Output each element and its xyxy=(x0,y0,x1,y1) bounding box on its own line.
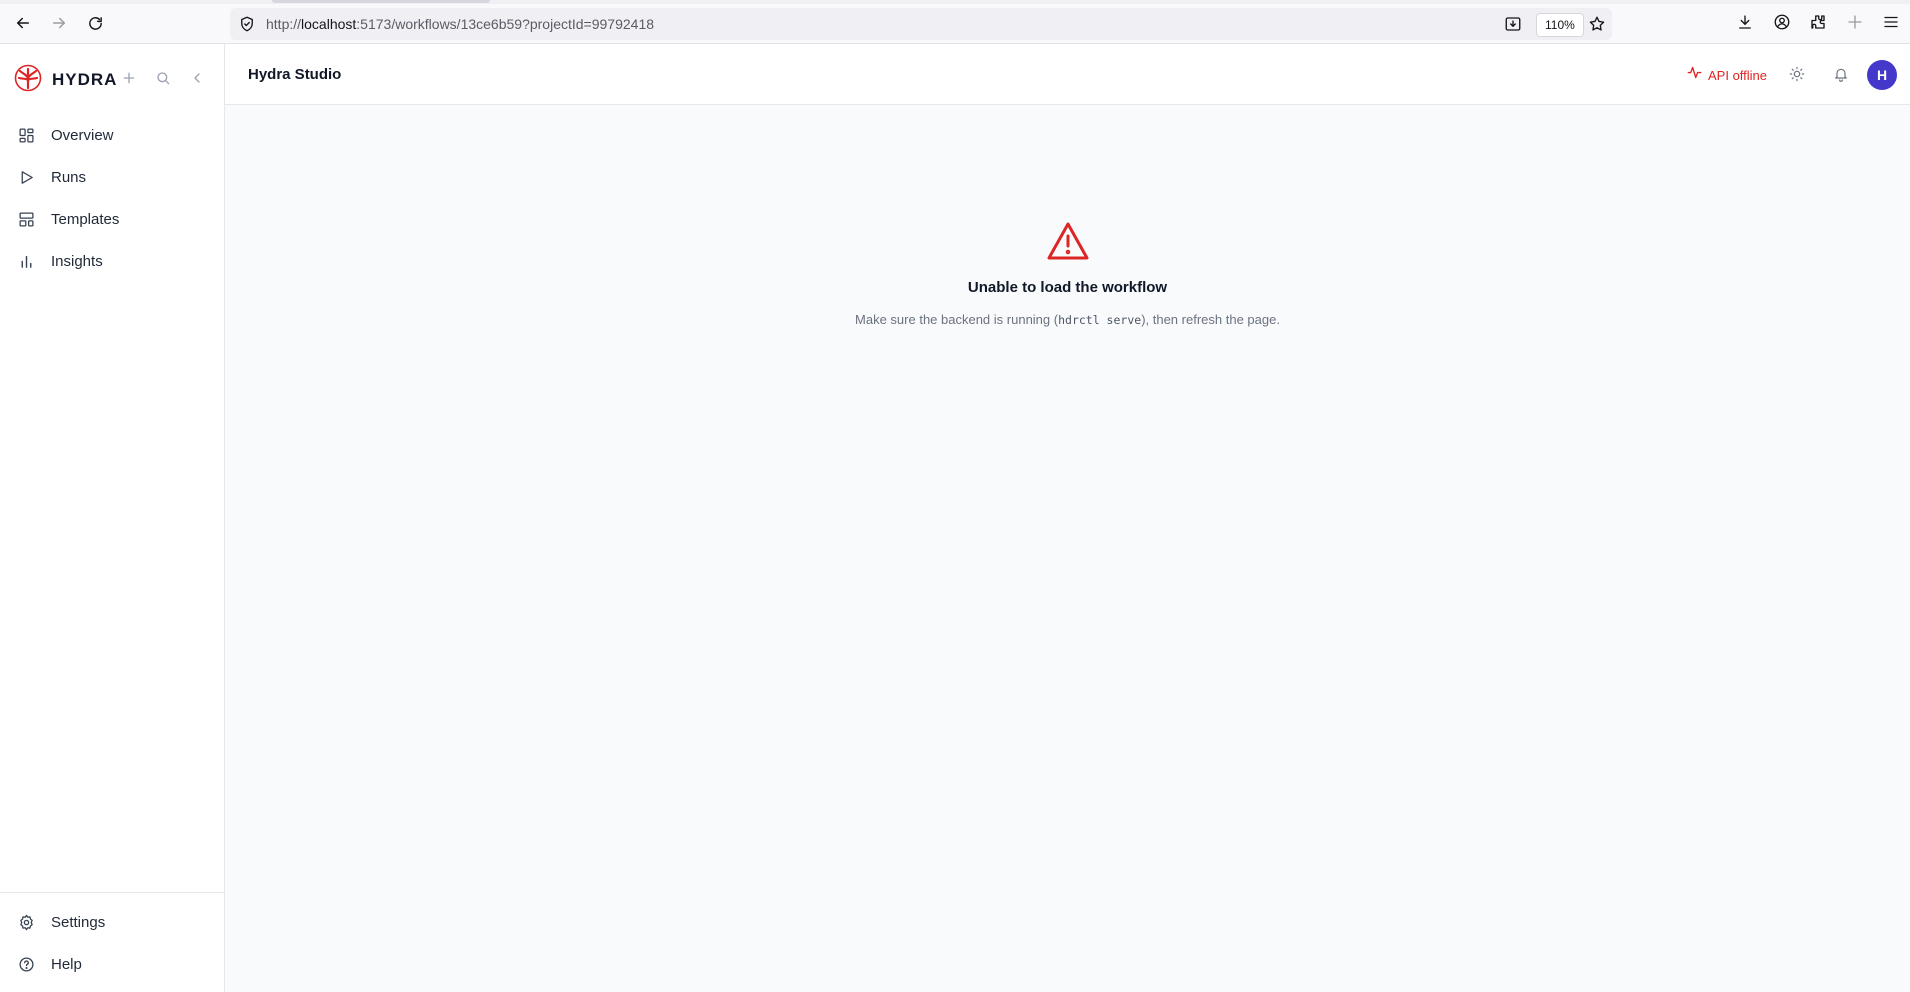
sidebar-item-label: Templates xyxy=(51,210,120,228)
error-message: Make sure the backend is running (hdrctl… xyxy=(225,312,1910,327)
sidebar-item-settings[interactable]: Settings xyxy=(0,901,224,943)
sidebar-item-runs[interactable]: Runs xyxy=(0,156,224,198)
bookmark-star-icon[interactable] xyxy=(1588,15,1606,38)
gear-icon xyxy=(16,912,36,932)
page-title: Hydra Studio xyxy=(248,66,342,83)
back-icon[interactable] xyxy=(12,12,34,34)
sidebar-item-label: Overview xyxy=(51,126,114,144)
sidebar-footer: Settings Help xyxy=(0,892,224,985)
sidebar-item-overview[interactable]: Overview xyxy=(0,114,224,156)
help-circle-icon xyxy=(16,954,36,974)
sun-icon[interactable] xyxy=(1787,64,1807,84)
warning-triangle-icon xyxy=(1046,220,1090,267)
sidebar-item-insights[interactable]: Insights xyxy=(0,240,224,282)
reload-icon[interactable] xyxy=(84,12,106,34)
zoom-level-badge[interactable]: 110% xyxy=(1536,13,1584,37)
search-icon[interactable] xyxy=(153,68,173,88)
brand[interactable]: HYDRA xyxy=(14,64,117,96)
url-host: localhost xyxy=(301,16,357,32)
play-icon xyxy=(16,167,36,187)
api-status-text: API offline xyxy=(1708,67,1768,83)
account-icon[interactable] xyxy=(1773,13,1791,36)
api-status-indicator[interactable]: API offline xyxy=(1687,65,1767,85)
sidebar-item-label: Runs xyxy=(51,168,87,186)
collapse-sidebar-icon[interactable] xyxy=(187,68,207,88)
sidebar-item-templates[interactable]: Templates xyxy=(0,198,224,240)
layout-icon xyxy=(16,209,36,229)
sidebar-item-label: Help xyxy=(51,955,82,973)
avatar[interactable]: H xyxy=(1867,60,1897,90)
brand-name: HYDRA xyxy=(52,70,118,89)
sidebar-toggle-icon[interactable] xyxy=(1846,13,1864,36)
sidebar-item-help[interactable]: Help xyxy=(0,943,224,985)
sidebar-nav: Overview Runs Templates Insights xyxy=(0,114,224,282)
main-content: Unable to load the workflow Make sure th… xyxy=(225,105,1910,992)
url-bar[interactable]: http://localhost:5173/workflows/13ce6b59… xyxy=(230,8,1612,40)
active-tab-indicator[interactable] xyxy=(272,0,490,3)
main-header: Hydra Studio API offline H xyxy=(225,44,1910,105)
tab-strip xyxy=(0,0,1910,4)
error-message-command: hdrctl serve xyxy=(1058,313,1142,327)
url-rest: :5173/workflows/13ce6b59?projectId=99792… xyxy=(356,16,655,32)
url-prefix: http:// xyxy=(266,16,302,32)
bell-icon[interactable] xyxy=(1831,64,1851,84)
downloads-icon[interactable] xyxy=(1736,13,1754,36)
page-action-icon[interactable] xyxy=(1504,15,1522,38)
forward-icon[interactable] xyxy=(48,12,70,34)
error-message-suffix: ), then refresh the page. xyxy=(1141,312,1280,327)
sidebar-item-label: Insights xyxy=(51,252,103,270)
bar-chart-icon xyxy=(16,251,36,271)
error-state: Unable to load the workflow Make sure th… xyxy=(225,220,1910,327)
menu-icon[interactable] xyxy=(1882,13,1900,36)
extensions-icon[interactable] xyxy=(1809,13,1827,36)
shield-icon[interactable] xyxy=(238,15,256,38)
hydra-logo-icon xyxy=(14,64,42,97)
error-message-prefix: Make sure the backend is running ( xyxy=(855,312,1059,327)
browser-toolbar: http://localhost:5173/workflows/13ce6b59… xyxy=(0,0,1910,44)
sidebar-item-label: Settings xyxy=(51,913,106,931)
error-title: Unable to load the workflow xyxy=(967,279,1168,296)
url-text[interactable]: http://localhost:5173/workflows/13ce6b59… xyxy=(266,16,654,32)
add-icon[interactable] xyxy=(119,68,139,88)
activity-icon xyxy=(1687,65,1702,85)
grid-icon xyxy=(16,125,36,145)
app-sidebar: HYDRA Overview Runs Templates Insights S… xyxy=(0,44,225,992)
